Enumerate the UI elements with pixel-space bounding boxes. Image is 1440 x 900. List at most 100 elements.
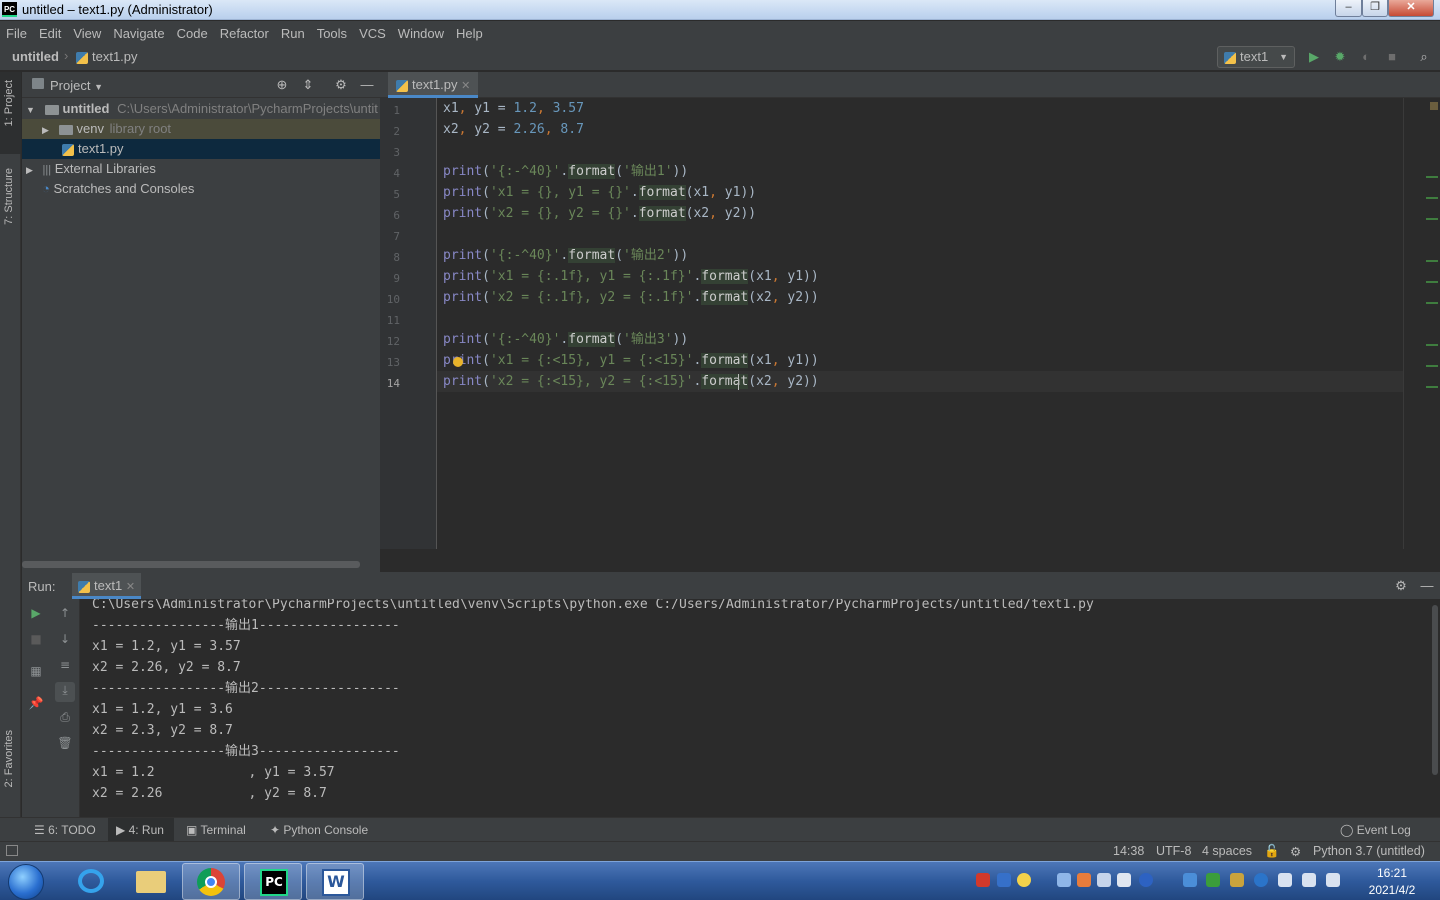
change-marker[interactable]: [1426, 302, 1438, 304]
caret-position[interactable]: 14:38: [1113, 844, 1144, 858]
tray-app-icon[interactable]: [1183, 873, 1197, 887]
tree-item-scratches[interactable]: ◔ Scratches and Consoles: [22, 179, 380, 199]
menu-file[interactable]: File: [6, 26, 27, 41]
tray-network-tool-icon[interactable]: [1230, 873, 1244, 887]
tree-item-venv[interactable]: ▶ venv library root: [22, 119, 380, 139]
project-tool-tab[interactable]: 1: Project: [3, 80, 15, 126]
tray-keyboard-icon[interactable]: [1057, 873, 1071, 887]
minimize-button[interactable]: –: [1335, 0, 1362, 17]
rerun-icon[interactable]: ▶: [28, 605, 44, 621]
taskbar-pycharm[interactable]: PC: [244, 863, 302, 900]
menu-tools[interactable]: Tools: [317, 26, 347, 41]
change-marker[interactable]: [1426, 197, 1438, 199]
maximize-button[interactable]: ❐: [1362, 0, 1388, 17]
terminal-tab[interactable]: ▣ Terminal: [186, 823, 246, 837]
project-view-selector[interactable]: Project ▼: [50, 78, 103, 93]
soft-wrap-icon[interactable]: ≡: [57, 657, 73, 673]
indent-setting[interactable]: 4 spaces: [1202, 844, 1252, 858]
debug-icon[interactable]: ✹: [1332, 49, 1348, 65]
taskbar-explorer[interactable]: [122, 863, 180, 900]
gear-icon[interactable]: ⚙: [333, 77, 349, 93]
tray-ime-icon[interactable]: [976, 873, 990, 887]
menu-view[interactable]: View: [73, 26, 101, 41]
gear-icon[interactable]: ⚙: [1393, 578, 1409, 594]
run-tab-text1[interactable]: text1 ✕: [72, 573, 142, 599]
taskbar-clock[interactable]: 16:21 2021/4/2: [1352, 865, 1432, 899]
tray-shield-icon[interactable]: [1206, 873, 1220, 887]
change-marker[interactable]: [1426, 260, 1438, 262]
event-log-label: Event Log: [1356, 823, 1411, 837]
favorites-tool-tab[interactable]: 2: Favorites: [3, 730, 15, 787]
change-marker[interactable]: [1426, 344, 1438, 346]
run-config-selector[interactable]: text1 ▼: [1217, 46, 1295, 68]
hide-panel-icon[interactable]: —: [359, 77, 375, 93]
tray-note-icon[interactable]: [1117, 873, 1131, 887]
todo-tab[interactable]: ☰ 6: TODO: [34, 823, 96, 837]
tree-item-external-libraries[interactable]: ▶ ||| External Libraries: [22, 159, 380, 179]
change-marker[interactable]: [1426, 386, 1438, 388]
layout-icon[interactable]: ▦: [28, 663, 44, 679]
file-encoding[interactable]: UTF-8: [1156, 844, 1191, 858]
event-log-tab[interactable]: ◯ Event Log: [1340, 823, 1411, 837]
tray-help-icon[interactable]: [1139, 873, 1153, 887]
change-marker[interactable]: [1426, 176, 1438, 178]
tray-tools-icon[interactable]: [1097, 873, 1111, 887]
print-icon[interactable]: ⎙: [57, 709, 73, 725]
editor-tab-text1[interactable]: text1.py ✕: [388, 72, 479, 98]
menu-window[interactable]: Window: [398, 26, 444, 41]
close-tab-icon[interactable]: ✕: [126, 581, 135, 593]
taskbar-word[interactable]: W: [306, 863, 364, 900]
tray-volume-icon[interactable]: [1326, 873, 1340, 887]
inspection-status-icon[interactable]: [1430, 102, 1438, 110]
change-marker[interactable]: [1426, 218, 1438, 220]
tray-skin-icon[interactable]: [1077, 873, 1091, 887]
locate-icon[interactable]: ⊕: [274, 77, 290, 93]
tree-item-file[interactable]: text1.py: [22, 139, 380, 159]
code-content[interactable]: x1, y1 = 1.2, 3.57 x2, y2 = 2.26, 8.7 pr…: [443, 98, 1403, 549]
taskbar-chrome[interactable]: [182, 863, 240, 900]
run-bottom-tab[interactable]: ▶ 4: Run: [116, 823, 164, 837]
breadcrumb-file[interactable]: text1.py: [76, 49, 138, 64]
console-output[interactable]: C:\Users\Administrator\PycharmProjects\u…: [92, 599, 1432, 818]
menu-navigate[interactable]: Navigate: [113, 26, 164, 41]
vertical-scrollbar[interactable]: [1432, 605, 1438, 775]
breadcrumb-project[interactable]: untitled: [12, 49, 59, 64]
pin-icon[interactable]: 📌: [28, 695, 44, 711]
trash-icon[interactable]: 🗑: [57, 735, 73, 751]
scroll-to-end-icon[interactable]: ⤓: [55, 682, 75, 702]
menu-edit[interactable]: Edit: [39, 26, 61, 41]
down-arrow-icon[interactable]: ↓: [57, 631, 73, 647]
stop-icon[interactable]: ■: [28, 631, 44, 647]
menu-help[interactable]: Help: [456, 26, 483, 41]
menu-run[interactable]: Run: [281, 26, 305, 41]
tray-hp-icon[interactable]: [1254, 873, 1268, 887]
python-interpreter[interactable]: Python 3.7 (untitled): [1313, 844, 1425, 858]
lightbulb-icon[interactable]: [453, 357, 463, 367]
hide-panel-icon[interactable]: —: [1419, 578, 1435, 594]
run-icon[interactable]: ▶: [1306, 49, 1322, 65]
close-button[interactable]: ✕: [1388, 0, 1434, 17]
change-marker[interactable]: [1426, 365, 1438, 367]
lock-icon[interactable]: 🔓: [1264, 844, 1280, 859]
horizontal-scrollbar[interactable]: [22, 561, 360, 568]
tree-item-root[interactable]: ▼ untitled C:\Users\Administrator\Pychar…: [22, 99, 380, 119]
python-console-tab[interactable]: ✦ Python Console: [270, 823, 368, 837]
menu-code[interactable]: Code: [177, 26, 208, 41]
start-button[interactable]: [8, 864, 44, 900]
tray-network-icon[interactable]: [1302, 873, 1316, 887]
menu-vcs[interactable]: VCS: [359, 26, 386, 41]
search-icon[interactable]: ⌕: [1416, 49, 1432, 65]
taskbar-ie[interactable]: [62, 863, 120, 900]
collapse-all-icon[interactable]: ⇕: [300, 77, 316, 93]
tray-flag-icon[interactable]: [1278, 873, 1292, 887]
toggle-tool-windows-icon[interactable]: [6, 845, 18, 856]
run-with-coverage-icon[interactable]: ◐: [1358, 49, 1374, 65]
tray-moon-icon[interactable]: [1017, 873, 1031, 887]
structure-tool-tab[interactable]: 7: Structure: [3, 168, 15, 225]
stop-icon[interactable]: ■: [1384, 49, 1400, 65]
menu-refactor[interactable]: Refactor: [220, 26, 269, 41]
up-arrow-icon[interactable]: ↑: [57, 605, 73, 621]
close-tab-icon[interactable]: ✕: [461, 80, 470, 92]
tray-chinese-input-icon[interactable]: [997, 873, 1011, 887]
change-marker[interactable]: [1426, 281, 1438, 283]
